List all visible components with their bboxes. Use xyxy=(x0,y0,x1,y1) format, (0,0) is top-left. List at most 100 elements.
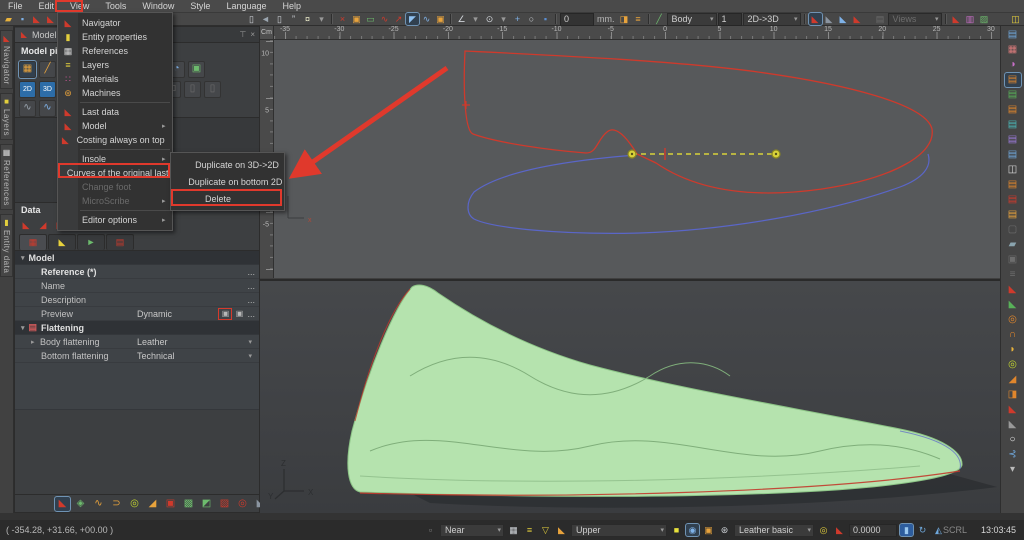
paste-icon[interactable]: ▯ xyxy=(273,13,286,25)
select-pointer-icon[interactable]: ◤ xyxy=(406,13,419,25)
menu-item-costing-always-on-top[interactable]: ◣Costing always on top xyxy=(58,133,172,147)
layer-number-field[interactable]: 1 xyxy=(718,13,742,26)
view-orange-icon[interactable]: ▤ xyxy=(1005,103,1021,117)
import-last-icon[interactable]: ◣ xyxy=(30,13,43,25)
view-circle-icon[interactable]: ◑ xyxy=(1005,58,1021,72)
marker-green-icon[interactable]: ◈ xyxy=(73,497,88,511)
views-icon-icon[interactable]: ▤ xyxy=(874,13,887,25)
last-top-curve-red[interactable] xyxy=(464,51,932,193)
curve-red-icon[interactable]: ∿ xyxy=(378,13,391,25)
last-left-icon[interactable]: ◣ xyxy=(19,219,33,232)
pin-icon[interactable]: ⊤ xyxy=(239,30,246,39)
last-view-striped-icon[interactable]: ◣ xyxy=(809,13,822,25)
viewport-2d[interactable]: x -35-30-25-20-15-10-5051015202530 1050-… xyxy=(260,26,1000,278)
property-value[interactable]: Technical xyxy=(133,351,245,361)
menu-item-model[interactable]: ◣Model▸ xyxy=(58,119,172,133)
last-view-red-icon[interactable]: ◣ xyxy=(851,13,864,25)
bulb-icon[interactable]: ○ xyxy=(1005,433,1021,447)
viewport-3d[interactable]: Z Y X xyxy=(260,279,1000,515)
scissors-icon[interactable]: ⊰ xyxy=(1005,448,1021,462)
last-point-icon[interactable]: ◣ xyxy=(950,13,963,25)
last-bottom-curve-blue[interactable] xyxy=(468,154,929,233)
ellipsis-button[interactable]: ... xyxy=(247,309,255,319)
window-toggle-icon[interactable]: ◫ xyxy=(1009,13,1022,25)
menu-item-references[interactable]: ▦References xyxy=(58,44,172,58)
dropdown-icon[interactable]: ▾ xyxy=(245,352,255,360)
more-icon[interactable]: ▾ xyxy=(1005,463,1021,477)
property-row-preview[interactable]: PreviewDynamic▣▣... xyxy=(15,307,259,321)
open-folder-icon[interactable]: ▰ xyxy=(2,13,15,25)
property-row-bottom-flattening[interactable]: Bottom flatteningTechnical▾ xyxy=(15,349,259,363)
menu-style[interactable]: Style xyxy=(182,1,218,11)
property-row-reference-[interactable]: Reference (*)... xyxy=(15,265,259,279)
measure-icon[interactable]: ∠ xyxy=(455,13,468,25)
piece-select-dropdown[interactable]: Upper▾ xyxy=(571,524,667,537)
measure-caret-icon[interactable]: ▾ xyxy=(469,13,482,25)
snap-icon[interactable]: ⊙ xyxy=(483,13,496,25)
last-red-icon[interactable]: ◣ xyxy=(1005,283,1021,297)
menu-item-insole[interactable]: Insole▸ xyxy=(58,152,172,166)
view-grid-icon[interactable]: ▦ xyxy=(1005,43,1021,57)
sidebar-tab-entity-data[interactable]: ▮Entity data xyxy=(0,214,13,277)
menu-view[interactable]: View xyxy=(62,1,97,11)
menu-edit[interactable]: Edit xyxy=(31,1,63,11)
draw-pen-icon[interactable]: ╱ xyxy=(653,13,666,25)
image-multi-icon[interactable]: ▩ xyxy=(181,497,196,511)
lock-icon[interactable]: ▣ xyxy=(702,524,715,536)
adjust-tools-icon[interactable]: ⊛ xyxy=(718,524,731,536)
copy-piece-icon[interactable]: ▯ xyxy=(184,81,201,98)
move-icon[interactable]: + xyxy=(511,13,524,25)
lamp-caret-icon[interactable]: ▾ xyxy=(315,13,328,25)
ellipsis-button[interactable]: ... xyxy=(247,281,255,291)
menu-item-editor-options[interactable]: Editor options▸ xyxy=(58,213,172,227)
sidebar-tab-navigator[interactable]: ◣Navigator xyxy=(0,30,13,89)
property-row-body-flattening[interactable]: ▸Body flatteningLeather▾ xyxy=(15,335,259,349)
layers-toggle-icon[interactable]: ≡ xyxy=(523,524,536,536)
menu-help[interactable]: Help xyxy=(274,1,309,11)
curve-orange-icon[interactable]: ∿ xyxy=(91,497,106,511)
menu-file[interactable]: File xyxy=(0,1,31,11)
view-lock-icon[interactable]: ▤ xyxy=(1005,178,1021,192)
heel-icon[interactable]: ◢ xyxy=(145,497,160,511)
property-value[interactable]: Dynamic xyxy=(133,309,219,319)
view-green-icon[interactable]: ▤ xyxy=(1005,88,1021,102)
view-blue2-icon[interactable]: ▤ xyxy=(1005,148,1021,162)
property-value[interactable]: Leather xyxy=(133,337,245,347)
fill-blue-icon[interactable]: ▪ xyxy=(539,13,552,25)
last-striped-icon[interactable]: ◣ xyxy=(1005,403,1021,417)
property-group-flattening[interactable]: ▾▤Flattening xyxy=(15,321,259,335)
insole-ring-icon[interactable]: ◎ xyxy=(127,497,142,511)
color-bars-icon[interactable]: ▥ xyxy=(964,13,977,25)
views-select-dropdown[interactable]: Views▾ xyxy=(888,13,942,26)
camera-icon[interactable]: ▣ xyxy=(1005,253,1021,267)
arc-orange-icon[interactable]: ∩ xyxy=(1005,328,1021,342)
tab-lines-icon[interactable]: ▤ xyxy=(106,234,134,250)
material-select-dropdown[interactable]: Leather basic▾ xyxy=(734,524,814,537)
menu-item-duplicate-on-bottom-2d[interactable]: Duplicate on bottom 2D xyxy=(171,173,284,190)
export-last-icon[interactable]: ◣ xyxy=(44,13,57,25)
last-right-icon[interactable]: ◢ xyxy=(36,219,50,232)
offset-field[interactable]: 0.0000 xyxy=(849,524,897,537)
color-arrows-icon[interactable]: ▨ xyxy=(978,13,991,25)
transform-select-dropdown[interactable]: 2D->3D▾ xyxy=(743,13,801,26)
menu-item-entity-properties[interactable]: ▮Entity properties xyxy=(58,30,172,44)
color-swatch-icon[interactable]: ■ xyxy=(670,524,683,536)
menu-language[interactable]: Language xyxy=(218,1,274,11)
dropdown-icon[interactable]: ▾ xyxy=(245,338,255,346)
flag-blue-icon[interactable]: ▮ xyxy=(900,524,913,536)
heel-icon[interactable]: ◢ xyxy=(1005,373,1021,387)
target-ring-icon[interactable]: ◎ xyxy=(235,497,250,511)
wedge-icon[interactable]: ◗ xyxy=(1005,343,1021,357)
lock-entities-icon[interactable]: ▣ xyxy=(350,13,363,25)
tool-duo-icon[interactable]: ◨ xyxy=(1005,388,1021,402)
curve-blue-icon[interactable]: ∿ xyxy=(420,13,433,25)
view-active-icon[interactable]: ▤ xyxy=(1005,73,1021,87)
expand-icon[interactable]: ▸ xyxy=(31,338,37,346)
region-select-icon[interactable]: ▭ xyxy=(364,13,377,25)
body-select-dropdown[interactable]: Body▾ xyxy=(667,13,717,26)
filter-toggle-icon[interactable]: ▽ xyxy=(539,524,552,536)
paste-back-icon[interactable]: ◄ xyxy=(259,13,272,25)
curve-erase-icon[interactable]: ↗ xyxy=(392,13,405,25)
tab-model-data-icon[interactable]: ▦ xyxy=(19,234,47,250)
layers-3d-icon[interactable]: ≡ xyxy=(1005,268,1021,282)
